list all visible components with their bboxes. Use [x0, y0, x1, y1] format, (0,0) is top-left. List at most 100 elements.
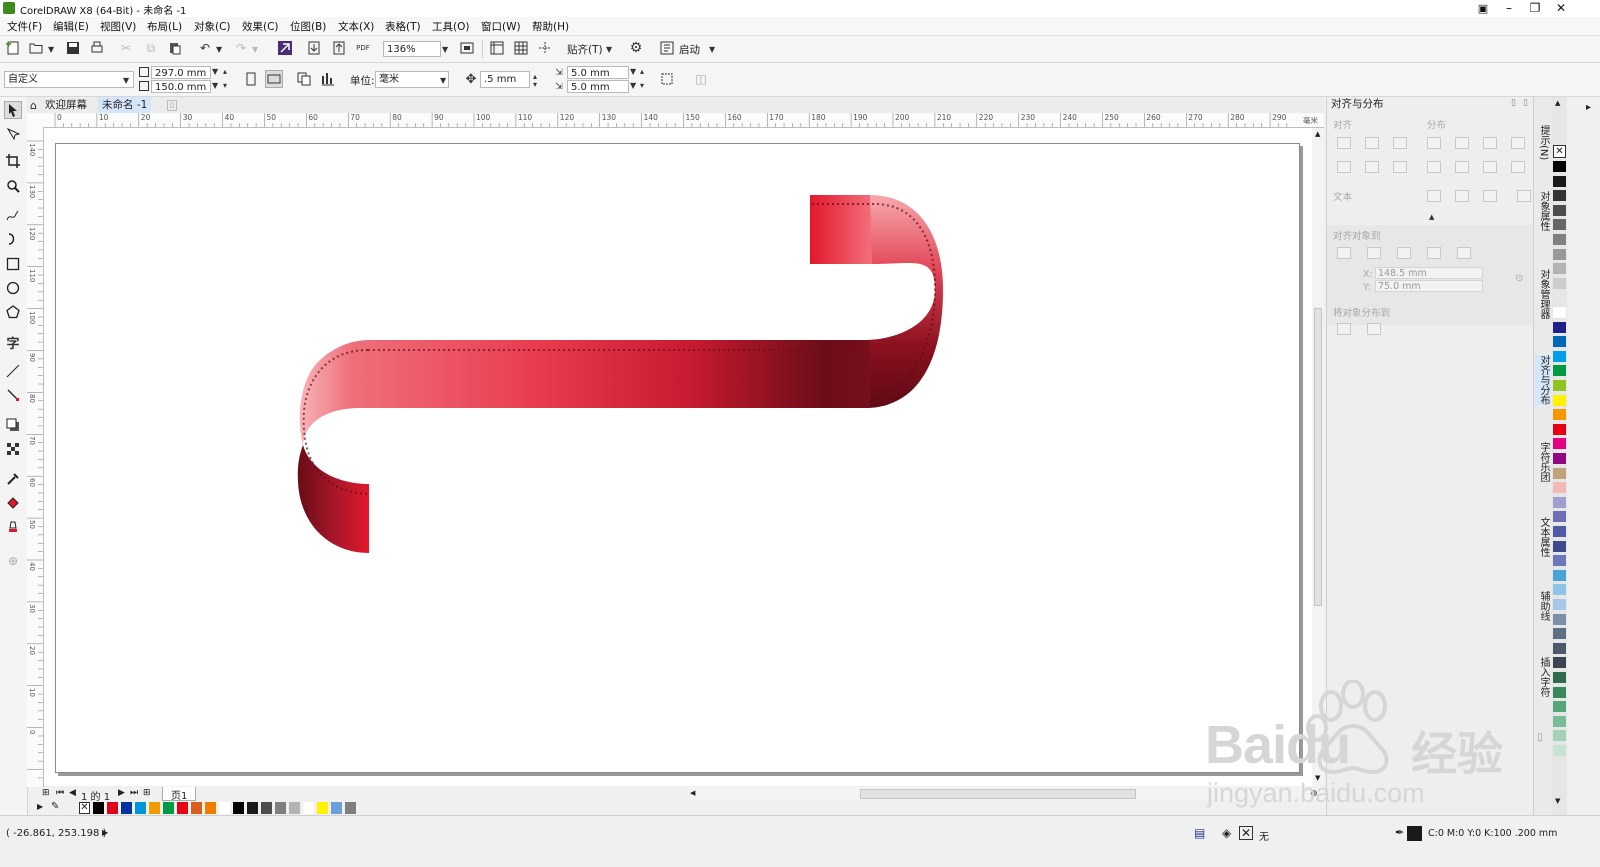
docker-tab-hints[interactable]: 提示(N): [1535, 125, 1551, 160]
palette-swatch-right[interactable]: [1553, 263, 1566, 275]
palette-swatch[interactable]: [233, 802, 244, 814]
palette-swatch-right[interactable]: [1553, 482, 1566, 494]
palette-swatch[interactable]: [205, 802, 216, 814]
palette-swatch-right[interactable]: [1553, 336, 1566, 348]
palette-scroll-up-icon[interactable]: ▲: [1555, 99, 1560, 107]
palette-swatch-right[interactable]: [1553, 394, 1566, 406]
no-color-swatch[interactable]: ✕: [79, 802, 90, 814]
palette-swatch-right[interactable]: [1553, 613, 1566, 625]
distribute-middle-icon[interactable]: [1455, 161, 1469, 173]
distribute-top-icon[interactable]: [1427, 161, 1441, 173]
pick-point-icon[interactable]: ⊙: [1515, 273, 1523, 284]
palette-swatch-right[interactable]: [1553, 219, 1566, 231]
palette-swatch-right[interactable]: [1553, 555, 1566, 567]
scroll-up-icon[interactable]: ▲: [1315, 130, 1320, 138]
align-right-icon[interactable]: [1393, 137, 1407, 149]
palette-swatch-right[interactable]: [1553, 234, 1566, 245]
palette-swatch-right[interactable]: [1553, 248, 1566, 260]
palette-swatch-right[interactable]: [1553, 599, 1566, 610]
distribute-right-icon[interactable]: [1511, 137, 1525, 149]
first-page-icon[interactable]: ⏮: [56, 788, 64, 798]
align-bottom-icon[interactable]: [1393, 161, 1407, 173]
palette-swatch[interactable]: [135, 802, 146, 814]
distribute-left-icon[interactable]: [1427, 137, 1441, 149]
text-align-outline-icon[interactable]: [1517, 190, 1531, 202]
last-page-icon[interactable]: ⏭: [130, 788, 138, 798]
palette-swatch-right[interactable]: [1553, 540, 1566, 552]
distribute-bottom-icon[interactable]: [1511, 161, 1525, 173]
palette-swatch[interactable]: [163, 802, 174, 814]
add-page-after-icon[interactable]: ⊞: [143, 788, 151, 798]
outline-color-swatch[interactable]: [1407, 826, 1422, 841]
palette-swatch-right[interactable]: [1553, 730, 1566, 742]
palette-swatch[interactable]: [107, 802, 118, 814]
palette-swatch[interactable]: [247, 802, 258, 814]
collapse-section-icon[interactable]: ▲: [1429, 213, 1434, 221]
distribute-spacing-icon[interactable]: [1483, 137, 1497, 149]
palette-swatch[interactable]: [303, 802, 314, 814]
palette-swatch-right[interactable]: [1553, 292, 1566, 304]
docker-tab-character[interactable]: 字符乐团: [1535, 442, 1551, 482]
add-page-before-icon[interactable]: ⊞: [42, 788, 50, 798]
palette-swatch-right[interactable]: [1553, 321, 1566, 333]
palette-swatch[interactable]: [191, 802, 202, 814]
docker-tab-object-properties[interactable]: 对象属性: [1535, 191, 1551, 231]
palette-expand-icon[interactable]: ▶: [37, 802, 43, 811]
palette-swatch[interactable]: [345, 802, 356, 814]
palette-swatch-right[interactable]: [1553, 409, 1566, 421]
palette-swatch-right[interactable]: [1553, 350, 1566, 362]
horizontal-scroll-thumb[interactable]: [860, 789, 1136, 799]
palette-swatch-right[interactable]: [1553, 161, 1566, 172]
align-to-page-edge-icon[interactable]: [1367, 247, 1381, 259]
palette-swatch-right[interactable]: [1553, 584, 1566, 596]
palette-swatch-right[interactable]: [1553, 511, 1566, 523]
palette-swatch[interactable]: [121, 802, 132, 814]
palette-swatch[interactable]: [149, 802, 160, 814]
text-align-first-line-icon[interactable]: [1427, 190, 1441, 202]
text-align-last-line-icon[interactable]: [1455, 190, 1469, 202]
align-point-y-field[interactable]: 75.0 mm: [1375, 280, 1483, 292]
page-tab-1[interactable]: 页1: [162, 787, 197, 802]
palette-scroll-down-icon[interactable]: ▼: [1555, 797, 1560, 805]
palette-swatch[interactable]: [275, 802, 286, 814]
distribute-center-icon[interactable]: [1455, 137, 1469, 149]
docker-tab-insert-character[interactable]: 插入字符: [1535, 657, 1551, 697]
docker-close-icon[interactable]: ▯: [1523, 98, 1528, 108]
palette-swatch-right[interactable]: [1553, 526, 1566, 537]
docker-tab-text-properties[interactable]: 文本属性: [1535, 517, 1551, 557]
fill-indicator-icon[interactable]: ◈: [1222, 826, 1231, 840]
align-top-icon[interactable]: [1337, 161, 1351, 173]
align-to-active-object-icon[interactable]: [1337, 247, 1351, 259]
palette-swatch-right[interactable]: [1553, 204, 1566, 216]
palette-swatch[interactable]: [331, 802, 342, 814]
palette-swatch-right[interactable]: [1553, 453, 1566, 464]
align-to-grid-icon[interactable]: [1427, 247, 1441, 259]
palette-swatch-right[interactable]: [1553, 569, 1566, 581]
palette-swatch[interactable]: [219, 802, 230, 814]
palette-swatch[interactable]: [289, 802, 300, 814]
text-align-bbox-icon[interactable]: [1483, 190, 1497, 202]
distribute-to-page-icon[interactable]: [1367, 323, 1381, 335]
palette-menu-icon[interactable]: ▸: [1586, 102, 1591, 113]
align-to-point-icon[interactable]: [1457, 247, 1471, 259]
palette-swatch-right[interactable]: [1553, 642, 1566, 654]
palette-swatch-right[interactable]: [1553, 190, 1566, 202]
docker-tab-add-icon[interactable]: ▯: [1537, 732, 1543, 743]
palette-swatch-right[interactable]: [1553, 380, 1566, 391]
vertical-scroll-thumb[interactable]: [1314, 308, 1322, 606]
palette-swatch-right[interactable]: [1553, 175, 1566, 187]
outline-pen-icon[interactable]: ✒: [1395, 826, 1404, 839]
distribute-to-selection-icon[interactable]: [1337, 323, 1351, 335]
palette-swatch-right[interactable]: [1553, 467, 1566, 479]
palette-swatch-right[interactable]: [1553, 745, 1566, 756]
docker-tab-object-manager[interactable]: 对象管理器: [1535, 269, 1551, 319]
distribute-vspacing-icon[interactable]: [1483, 161, 1497, 173]
palette-swatch-right[interactable]: [1553, 365, 1566, 377]
docker-tab-guidelines[interactable]: 辅助线: [1535, 591, 1551, 621]
align-center-horizontal-icon[interactable]: [1365, 137, 1379, 149]
docker-minimize-icon[interactable]: ▯: [1511, 98, 1516, 108]
previous-page-icon[interactable]: ◀: [69, 788, 76, 798]
palette-swatch-right[interactable]: [1553, 715, 1566, 727]
align-to-page-center-icon[interactable]: [1397, 247, 1411, 259]
palette-swatch-right[interactable]: [1553, 423, 1566, 435]
